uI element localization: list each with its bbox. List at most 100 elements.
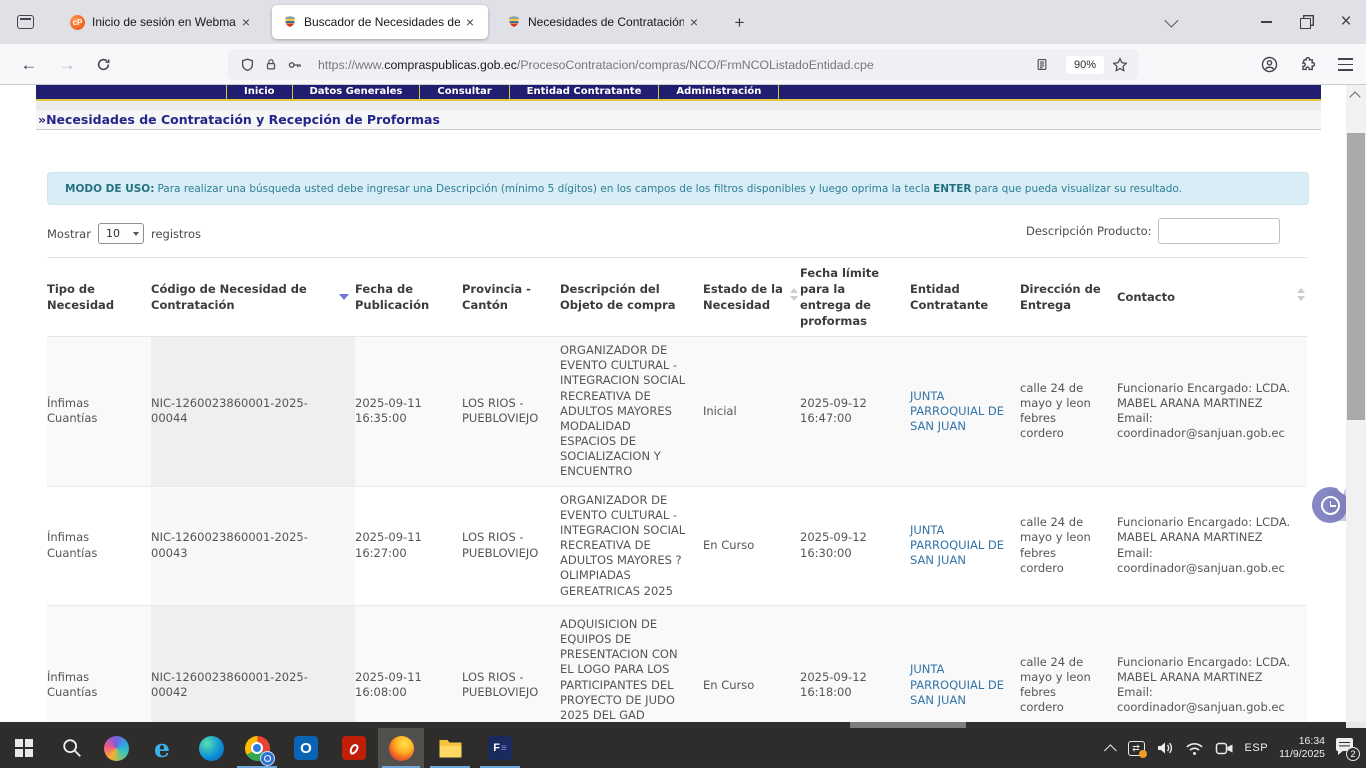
- language-indicator[interactable]: ESP: [1245, 742, 1269, 754]
- menu-item-consultar[interactable]: Consultar: [419, 85, 508, 99]
- taskbar-fec-app-button[interactable]: F≡: [476, 728, 524, 768]
- taskbar-explorer-button[interactable]: [426, 728, 474, 768]
- sort-both-icon: [790, 288, 798, 301]
- header-tipo[interactable]: Tipo de Necesidad: [47, 258, 151, 337]
- restore-button[interactable]: [1286, 0, 1326, 44]
- menu-item-entidad-contratante[interactable]: Entidad Contratante: [509, 85, 659, 99]
- scrollbar-thumb[interactable]: [1347, 133, 1365, 420]
- show-label: Mostrar: [47, 227, 91, 241]
- header-provincia[interactable]: Provincia - Cantón: [462, 258, 560, 337]
- url-bar[interactable]: https://www.compraspublicas.gob.ec/Proce…: [228, 49, 1138, 80]
- tab-webmail[interactable]: cP Inicio de sesión en Webmail: [60, 5, 264, 39]
- firefox-icon: [389, 736, 414, 761]
- header-descripcion[interactable]: Descripción del Objeto de compra: [560, 258, 703, 337]
- header-codigo[interactable]: Código de Necesidad de Contratación: [151, 258, 355, 337]
- taskbar-firefox-button[interactable]: [378, 728, 424, 768]
- extensions-puzzle-icon[interactable]: [1292, 50, 1322, 79]
- menu-hamburger-icon[interactable]: [1330, 50, 1360, 79]
- header-contacto[interactable]: Contacto: [1117, 258, 1307, 337]
- taskbar-chrome-button[interactable]: [233, 728, 281, 768]
- entidad-link[interactable]: JUNTA PARROQUIAL DE SAN JUAN: [910, 389, 1004, 433]
- cell-provincia: LOS RIOS - PUEBLOVIEJO: [462, 486, 560, 605]
- close-tab-icon[interactable]: [684, 12, 704, 32]
- back-button[interactable]: ←: [14, 50, 44, 79]
- descripcion-producto-input[interactable]: [1158, 218, 1280, 244]
- shield-icon[interactable]: [240, 57, 255, 73]
- tab-buscador-active[interactable]: Buscador de Necesidades de Co: [272, 5, 488, 39]
- cell-estado: En Curso: [703, 486, 800, 605]
- reader-mode-icon[interactable]: [1035, 57, 1049, 72]
- scroll-up-icon[interactable]: [1349, 91, 1360, 102]
- entidad-link[interactable]: JUNTA PARROQUIAL DE SAN JUAN: [910, 523, 1004, 567]
- bookmark-star-icon[interactable]: [1112, 57, 1128, 73]
- cell-entidad: JUNTA PARROQUIAL DE SAN JUAN: [910, 337, 1020, 487]
- cell-fecha-publicacion: 2025-09-11 16:27:00: [355, 486, 462, 605]
- refresh-button[interactable]: [88, 50, 118, 79]
- taskbar-edge-button[interactable]: [187, 728, 235, 768]
- wifi-icon[interactable]: [1185, 741, 1204, 756]
- sort-desc-icon: [339, 294, 349, 300]
- vertical-scrollbar[interactable]: [1346, 85, 1366, 722]
- close-tab-icon[interactable]: [460, 12, 480, 32]
- key-permission-icon[interactable]: [287, 58, 303, 72]
- list-all-tabs-icon[interactable]: [1150, 0, 1190, 44]
- close-tab-icon[interactable]: [236, 12, 256, 32]
- close-window-button[interactable]: [1326, 0, 1366, 44]
- lock-icon[interactable]: [264, 57, 278, 72]
- browser-toolbar: ← → https://www.compraspublicas.gob.ec/P…: [0, 44, 1366, 85]
- notification-center-button[interactable]: 2: [1336, 738, 1358, 758]
- start-button[interactable]: [0, 728, 48, 768]
- cell-direccion: calle 24 de mayo y leon febres cordero: [1020, 486, 1117, 605]
- clock[interactable]: 16:34 11/9/2025: [1279, 735, 1325, 761]
- web-page: Inicio Datos Generales Consultar Entidad…: [0, 85, 1366, 722]
- notification-count-badge: 2: [1346, 747, 1360, 761]
- file-explorer-icon: [438, 737, 463, 759]
- cell-entidad: JUNTA PARROQUIAL DE SAN JUAN: [910, 486, 1020, 605]
- minimize-button[interactable]: [1246, 0, 1286, 44]
- cell-contacto: Funcionario Encargado: LCDA. MABEL ARANA…: [1117, 486, 1307, 605]
- forward-button[interactable]: →: [52, 50, 82, 79]
- firefox-view-button[interactable]: [10, 8, 40, 36]
- tab-necesidades[interactable]: Necesidades de Contratación y: [496, 5, 712, 39]
- header-estado[interactable]: Estado de la Necesidad: [703, 258, 800, 337]
- table-row: Ínfimas Cuantías NIC-1260023860001-2025-…: [47, 486, 1307, 605]
- menu-item-administracion[interactable]: Administración: [658, 85, 779, 99]
- cell-tipo: Ínfimas Cuantías: [47, 486, 151, 605]
- outlook-icon: O: [294, 736, 318, 760]
- menu-item-datos-generales[interactable]: Datos Generales: [292, 85, 420, 99]
- meet-now-icon[interactable]: [1215, 741, 1234, 756]
- header-fecha-limite[interactable]: Fecha límite para la entrega de proforma…: [800, 258, 910, 337]
- cell-contacto: Funcionario Encargado: LCDA. MABEL ARANA…: [1117, 605, 1307, 722]
- header-direccion[interactable]: Dirección de Entrega: [1020, 258, 1117, 337]
- cell-direccion: calle 24 de mayo y leon febres cordero: [1020, 605, 1117, 722]
- header-entidad[interactable]: Entidad Contratante: [910, 258, 1020, 337]
- menu-item-inicio[interactable]: Inicio: [226, 85, 292, 99]
- firefox-view-icon: [17, 15, 34, 29]
- usage-note-label: MODO DE USO:: [65, 183, 154, 195]
- ecuador-crest-favicon-icon: [506, 15, 521, 30]
- taskbar-ie-button[interactable]: e: [138, 728, 186, 768]
- copilot-icon: [104, 736, 129, 761]
- sync-app-icon[interactable]: ⇄: [1128, 741, 1145, 756]
- table-row: Ínfimas Cuantías NIC-1260023860001-2025-…: [47, 605, 1307, 722]
- cell-codigo: NIC-1260023860001-2025-00042: [151, 605, 355, 722]
- cell-fecha-limite: 2025-09-12 16:47:00: [800, 337, 910, 487]
- volume-icon[interactable]: [1156, 740, 1174, 756]
- edge-icon: [199, 736, 224, 761]
- account-icon[interactable]: [1254, 50, 1284, 79]
- taskbar-search-button[interactable]: [48, 728, 96, 768]
- table-row: Ínfimas Cuantías NIC-1260023860001-2025-…: [47, 337, 1307, 487]
- tray-chevron-up-icon[interactable]: [1104, 744, 1117, 757]
- fec-app-icon: F≡: [488, 736, 512, 760]
- header-fecha-publicacion[interactable]: Fecha de Publicación: [355, 258, 462, 337]
- cell-descripcion: ADQUISICION DE EQUIPOS DE PRESENTACION C…: [560, 605, 703, 722]
- entidad-link[interactable]: JUNTA PARROQUIAL DE SAN JUAN: [910, 662, 1004, 706]
- taskbar-copilot-button[interactable]: [92, 728, 140, 768]
- new-tab-button[interactable]: [726, 9, 753, 36]
- zoom-level-badge[interactable]: 90%: [1066, 56, 1104, 74]
- taskbar-acrobat-button[interactable]: [330, 728, 378, 768]
- page-title-bar: »Necesidades de Contratación y Recepción…: [36, 110, 1321, 130]
- records-per-page-select[interactable]: 10: [98, 223, 144, 244]
- screen: cP Inicio de sesión en Webmail Buscador …: [0, 0, 1366, 768]
- taskbar-outlook-button[interactable]: O: [282, 728, 330, 768]
